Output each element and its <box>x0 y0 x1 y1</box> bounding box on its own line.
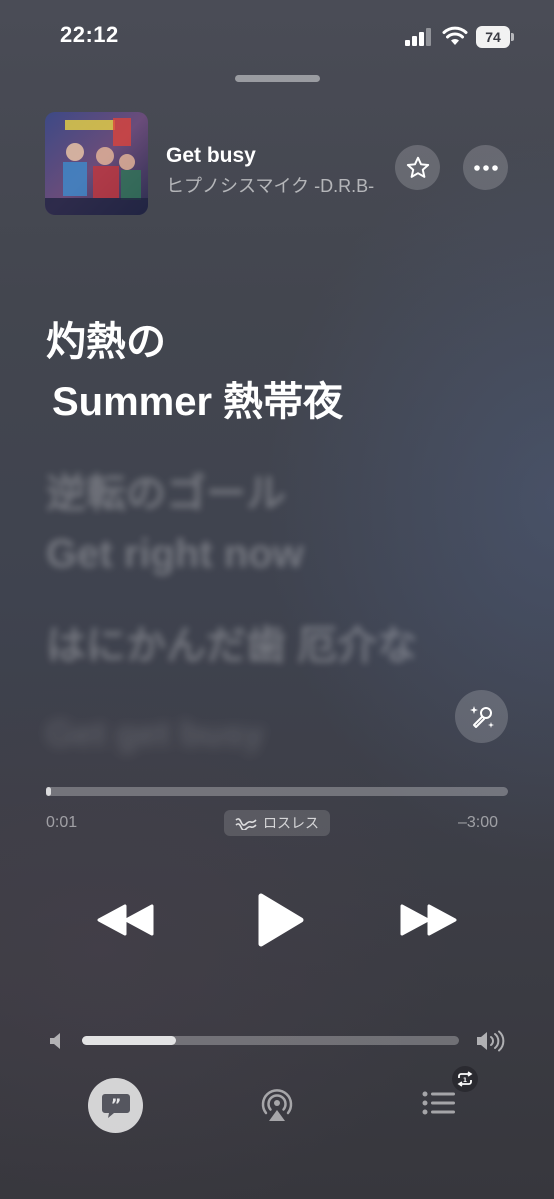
album-artwork[interactable] <box>45 112 148 215</box>
volume-slider[interactable] <box>82 1036 459 1045</box>
volume-slider-fill <box>82 1036 177 1045</box>
lyric-line-current-2[interactable]: Summer 熱帯夜 <box>52 378 343 426</box>
svg-text:1: 1 <box>463 1077 467 1084</box>
star-icon <box>406 156 429 178</box>
lyric-line-upcoming-3[interactable]: はにかんだ歯 厄介な <box>46 622 417 670</box>
repeat-one-badge[interactable]: 1 <box>452 1066 478 1092</box>
airplay-icon <box>261 1089 293 1121</box>
wifi-icon <box>442 26 468 45</box>
lossless-label: ロスレス <box>263 815 319 831</box>
rewind-button[interactable] <box>96 900 156 940</box>
status-time: 22:12 <box>60 22 119 47</box>
ellipsis-icon <box>473 164 498 171</box>
backward-icon <box>97 904 154 936</box>
play-button[interactable] <box>255 892 305 948</box>
airplay-button[interactable] <box>258 1086 296 1124</box>
volume-high-icon <box>477 1030 505 1052</box>
volume-low-icon <box>50 1033 60 1049</box>
cellular-signal-icon <box>405 28 431 46</box>
lyric-line-upcoming-1[interactable]: 逆転のゴール <box>46 470 286 518</box>
more-options-button[interactable] <box>463 145 508 190</box>
list-icon <box>422 1091 455 1115</box>
battery-level: 74 <box>476 26 510 48</box>
lyric-line-upcoming-4[interactable]: Get get busy <box>46 712 264 755</box>
lyric-line-current-1[interactable]: 灼熱の <box>46 318 166 366</box>
elapsed-time: 0:01 <box>46 814 78 831</box>
play-icon <box>258 893 304 947</box>
lossless-badge[interactable]: ロスレス <box>224 810 330 836</box>
track-title: Get busy <box>166 144 256 167</box>
quote-bubble-icon: ” <box>101 1093 130 1118</box>
lyric-line-upcoming-2[interactable]: Get right now <box>46 530 304 578</box>
playback-progress-fill <box>46 787 51 796</box>
battery-indicator: 74 <box>476 26 514 48</box>
waveform-icon <box>235 818 257 830</box>
fast-forward-button[interactable] <box>398 900 458 940</box>
queue-button[interactable] <box>422 1090 456 1118</box>
remaining-time: –3:00 <box>458 814 499 831</box>
favorite-button[interactable] <box>395 145 440 190</box>
microphone-sparkle-icon <box>469 705 494 728</box>
sheet-grabber[interactable] <box>235 75 320 82</box>
playback-progress-bar[interactable] <box>46 787 508 796</box>
sing-mode-button[interactable] <box>455 690 508 743</box>
track-artist[interactable]: ヒプノシスマイク -D.R.B- <box>166 172 392 198</box>
forward-icon <box>400 904 457 936</box>
repeat-one-icon: 1 <box>457 1071 473 1087</box>
lyrics-button[interactable]: ” <box>88 1078 143 1133</box>
svg-text:”: ” <box>110 1095 121 1114</box>
